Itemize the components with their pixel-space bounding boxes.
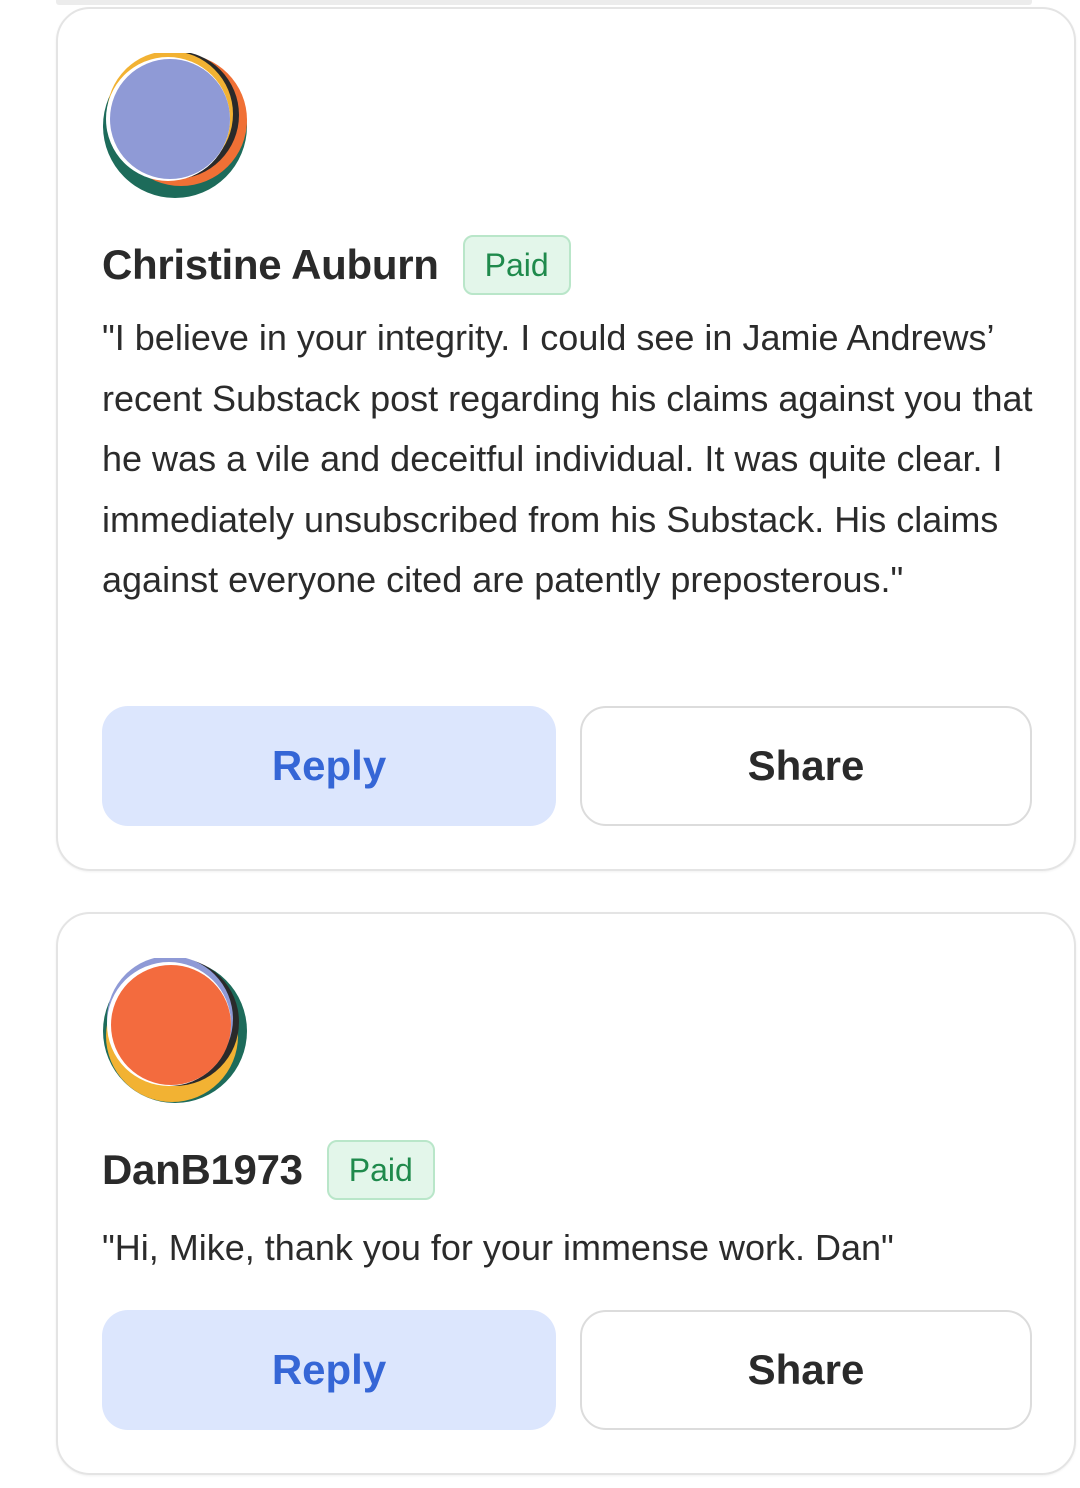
comment-text: "Hi, Mike, thank you for your immense wo… [102, 1227, 894, 1268]
paid-badge: Paid [326, 1140, 435, 1200]
comment-card: DanB1973 Paid "Hi, Mike, thank you for y… [56, 912, 1076, 1475]
comment-text: "I believe in your integrity. I could se… [102, 317, 1033, 600]
paid-badge: Paid [462, 235, 571, 295]
reply-button[interactable]: Reply [102, 1310, 556, 1430]
share-button[interactable]: Share [580, 1310, 1032, 1430]
comment-card: Christine Auburn Paid "I believe in your… [56, 7, 1076, 871]
reply-button[interactable]: Reply [102, 706, 556, 826]
avatar-orange-yellow-icon [103, 958, 247, 1103]
author-row: DanB1973 Paid [102, 1140, 435, 1200]
avatar[interactable] [102, 958, 248, 1104]
author-row: Christine Auburn Paid [102, 235, 571, 295]
avatar-blue-orange-icon [103, 53, 247, 198]
author-name[interactable]: DanB1973 [102, 1140, 303, 1200]
top-divider [56, 0, 1032, 5]
share-button[interactable]: Share [580, 706, 1032, 826]
avatar[interactable] [102, 53, 248, 199]
author-name[interactable]: Christine Auburn [102, 235, 439, 295]
